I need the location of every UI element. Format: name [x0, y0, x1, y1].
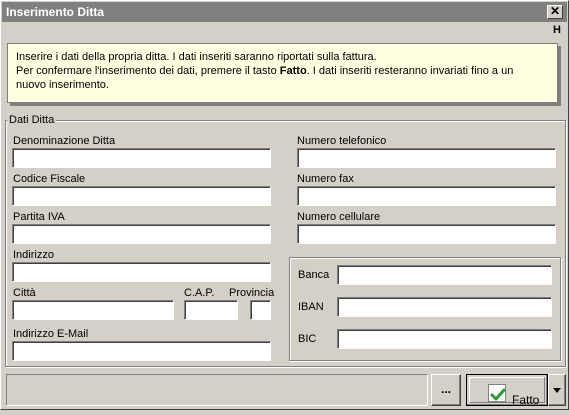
citta-label: Città: [13, 287, 36, 299]
info-box: Inserire i dati della propria ditta. I d…: [7, 43, 558, 103]
close-button[interactable]: ✕: [547, 5, 563, 19]
info-line-3: nuovo inserimento.: [16, 79, 109, 91]
status-bar: [6, 374, 428, 406]
chevron-down-icon: [553, 388, 561, 393]
check-icon: [488, 384, 506, 402]
fax-label: Numero fax: [297, 173, 354, 185]
codice-fiscale-input[interactable]: [12, 186, 271, 206]
cap-input[interactable]: [184, 300, 238, 320]
cellulare-input[interactable]: [297, 224, 556, 244]
info-line-2: Per confermare l'inserimento dei dati, p…: [16, 65, 514, 77]
more-options-button[interactable]: ...: [431, 374, 461, 406]
bic-label: BIC: [298, 333, 317, 345]
help-button[interactable]: H: [553, 24, 561, 36]
info-line-1: Inserire i dati della propria ditta. I d…: [16, 51, 377, 63]
group-legend: Dati Ditta: [7, 114, 57, 126]
banca-label: Banca: [298, 269, 330, 281]
citta-input[interactable]: [12, 300, 174, 320]
iban-label: IBAN: [298, 301, 324, 313]
banca-input[interactable]: [337, 265, 552, 285]
fatto-button-face: Fatto: [469, 377, 545, 407]
cellulare-label: Numero cellulare: [297, 211, 381, 223]
title-bar: Inserimento Ditta ✕: [2, 2, 567, 22]
fatto-dropdown-button[interactable]: [548, 374, 566, 406]
fatto-button[interactable]: Fatto: [466, 374, 548, 407]
cap-label: C.A.P.: [184, 287, 215, 299]
codice-fiscale-label: Codice Fiscale: [13, 173, 86, 185]
telefono-input[interactable]: [297, 148, 556, 168]
provincia-label: Provincia: [229, 287, 275, 299]
partita-iva-input[interactable]: [12, 224, 271, 244]
provincia-input[interactable]: [250, 300, 271, 320]
indirizzo-input[interactable]: [12, 262, 271, 282]
email-input[interactable]: [12, 341, 271, 361]
indirizzo-label: Indirizzo: [13, 249, 54, 261]
fax-input[interactable]: [297, 186, 556, 206]
bic-input[interactable]: [337, 329, 552, 349]
fatto-label: Fatto: [512, 393, 540, 407]
denominazione-label: Denominazione Ditta: [13, 135, 116, 147]
window-title: Inserimento Ditta: [6, 5, 105, 19]
close-icon: ✕: [549, 4, 561, 18]
iban-input[interactable]: [337, 297, 552, 317]
email-label: Indirizzo E-Mail: [13, 328, 89, 340]
telefono-label: Numero telefonico: [297, 135, 387, 147]
dialog-window: Inserimento Ditta ✕ H Inserire i dati de…: [0, 0, 569, 410]
denominazione-input[interactable]: [12, 148, 271, 168]
partita-iva-label: Partita IVA: [13, 211, 65, 223]
